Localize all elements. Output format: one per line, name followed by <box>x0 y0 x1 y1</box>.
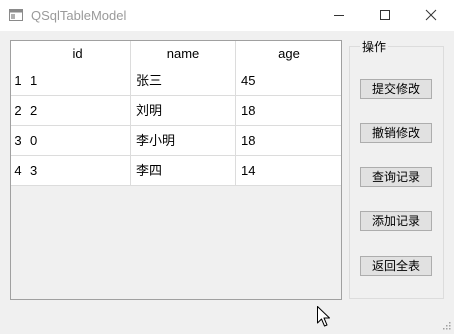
query-record-button[interactable]: 查询记录 <box>360 167 432 187</box>
cell-age[interactable]: 14 <box>236 156 341 186</box>
horizontal-header: id name age <box>25 41 341 66</box>
row-header[interactable]: 3 <box>11 126 25 156</box>
row-header[interactable]: 2 <box>11 96 25 126</box>
main-window: QSqlTableModel id name age 1 2 3 4 1 张三 … <box>0 0 454 333</box>
cell-id[interactable]: 3 <box>25 156 131 186</box>
column-header-id[interactable]: id <box>25 41 131 66</box>
table-row: 2 刘明 18 <box>25 96 341 126</box>
title-bar[interactable]: QSqlTableModel <box>0 0 454 31</box>
app-window-icon <box>9 9 23 21</box>
table-corner-button[interactable] <box>11 41 25 66</box>
cell-name[interactable]: 刘明 <box>131 96 236 126</box>
submit-changes-button[interactable]: 提交修改 <box>360 79 432 99</box>
column-header-age[interactable]: age <box>236 41 341 66</box>
cell-age[interactable]: 18 <box>236 126 341 156</box>
close-icon <box>425 9 437 21</box>
row-header[interactable]: 4 <box>11 156 25 186</box>
table-body: 1 张三 45 2 刘明 18 0 李小明 18 3 李四 14 <box>25 66 341 299</box>
cell-age[interactable]: 18 <box>236 96 341 126</box>
cell-name[interactable]: 张三 <box>131 66 236 96</box>
table-view[interactable]: id name age 1 2 3 4 1 张三 45 2 刘明 18 0 李小… <box>10 40 342 300</box>
show-all-button[interactable]: 返回全表 <box>360 256 432 276</box>
minimize-button[interactable] <box>316 0 362 31</box>
cell-name[interactable]: 李小明 <box>131 126 236 156</box>
minimize-icon <box>334 15 344 16</box>
maximize-icon <box>380 10 390 20</box>
cell-id[interactable]: 0 <box>25 126 131 156</box>
operations-group-title: 操作 <box>360 38 389 55</box>
mouse-pointer-icon <box>317 306 330 330</box>
add-record-button[interactable]: 添加记录 <box>360 211 432 231</box>
maximize-button[interactable] <box>362 0 408 31</box>
table-row: 1 张三 45 <box>25 66 341 96</box>
vertical-header: 1 2 3 4 <box>11 66 25 299</box>
cell-name[interactable]: 李四 <box>131 156 236 186</box>
row-header[interactable]: 1 <box>11 66 25 96</box>
cell-id[interactable]: 1 <box>25 66 131 96</box>
size-grip-icon[interactable] <box>441 320 452 334</box>
window-title: QSqlTableModel <box>31 8 127 23</box>
revert-changes-button[interactable]: 撤销修改 <box>360 123 432 143</box>
cell-age[interactable]: 45 <box>236 66 341 96</box>
column-header-name[interactable]: name <box>131 41 236 66</box>
table-row: 0 李小明 18 <box>25 126 341 156</box>
close-button[interactable] <box>408 0 454 31</box>
table-row: 3 李四 14 <box>25 156 341 186</box>
cell-id[interactable]: 2 <box>25 96 131 126</box>
